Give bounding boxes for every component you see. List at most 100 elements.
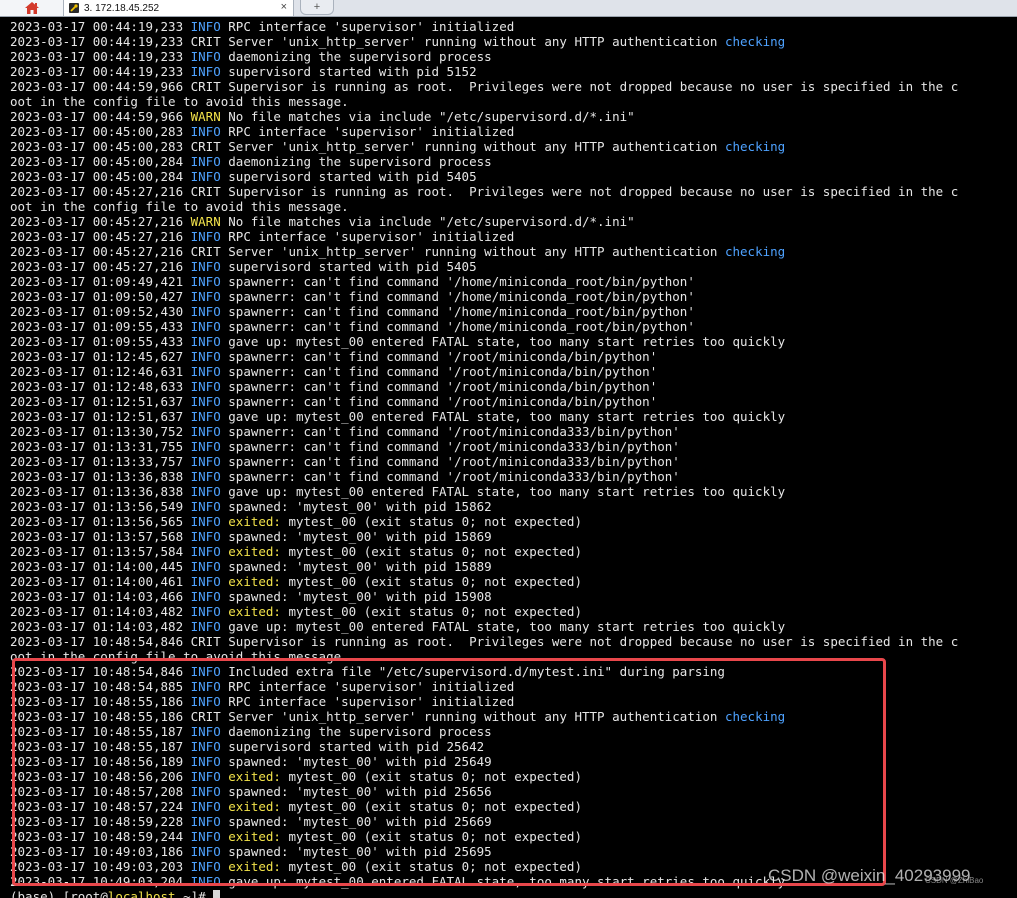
log-timestamp: 2023-03-17 10:48:57,224 bbox=[10, 799, 191, 814]
log-message: daemonizing the supervisord process bbox=[228, 154, 492, 169]
log-message: gave up: mytest_00 entered FATAL state, … bbox=[228, 334, 786, 349]
log-message: spawnerr: can't find command '/root/mini… bbox=[228, 394, 658, 409]
log-level: INFO bbox=[190, 619, 221, 634]
log-lines: 2023-03-17 00:44:19,233 INFO RPC interfa… bbox=[10, 19, 1015, 889]
log-level: INFO bbox=[190, 319, 221, 334]
log-message: exited: mytest_00 (exit status 0; not ex… bbox=[228, 769, 582, 784]
log-message: gave up: mytest_00 entered FATAL state, … bbox=[228, 484, 786, 499]
log-line: 2023-03-17 00:45:00,283 CRIT Server 'uni… bbox=[10, 139, 1015, 154]
log-level: INFO bbox=[190, 784, 221, 799]
log-timestamp: 2023-03-17 10:48:59,244 bbox=[10, 829, 191, 844]
log-message: RPC interface 'supervisor' initialized bbox=[228, 229, 515, 244]
log-line: 2023-03-17 00:44:59,966 WARN No file mat… bbox=[10, 109, 1015, 124]
log-timestamp: 2023-03-17 10:48:55,187 bbox=[10, 724, 191, 739]
log-timestamp: 2023-03-17 01:13:36,838 bbox=[10, 484, 191, 499]
log-timestamp: 2023-03-17 00:44:59,966 bbox=[10, 79, 191, 94]
tab-session[interactable]: 3. 172.18.45.252 × bbox=[64, 0, 294, 16]
log-message: RPC interface 'supervisor' initialized bbox=[228, 694, 515, 709]
log-message: exited: mytest_00 (exit status 0; not ex… bbox=[228, 859, 582, 874]
log-line: 2023-03-17 01:12:48,633 INFO spawnerr: c… bbox=[10, 379, 1015, 394]
log-timestamp: 2023-03-17 10:49:03,186 bbox=[10, 844, 191, 859]
tab-home[interactable] bbox=[0, 0, 64, 16]
log-line: 2023-03-17 01:09:55,433 INFO gave up: my… bbox=[10, 334, 1015, 349]
log-level: INFO bbox=[190, 394, 221, 409]
log-line: 2023-03-17 00:44:19,233 CRIT Server 'uni… bbox=[10, 34, 1015, 49]
log-line: 2023-03-17 10:48:59,228 INFO spawned: 'm… bbox=[10, 814, 1015, 829]
log-level: INFO bbox=[190, 229, 221, 244]
log-message: spawned: 'mytest_00' with pid 25649 bbox=[228, 754, 492, 769]
log-level: INFO bbox=[190, 859, 221, 874]
log-line: 2023-03-17 01:09:49,421 INFO spawnerr: c… bbox=[10, 274, 1015, 289]
log-continuation: oot in the config file to avoid this mes… bbox=[10, 649, 349, 664]
log-message: gave up: mytest_00 entered FATAL state, … bbox=[228, 874, 786, 889]
log-timestamp: 2023-03-17 00:44:59,966 bbox=[10, 109, 191, 124]
log-timestamp: 2023-03-17 10:48:54,885 bbox=[10, 679, 191, 694]
log-line: oot in the config file to avoid this mes… bbox=[10, 199, 1015, 214]
log-timestamp: 2023-03-17 10:48:56,206 bbox=[10, 769, 191, 784]
log-message: No file matches via include "/etc/superv… bbox=[228, 109, 635, 124]
new-tab-button[interactable]: + bbox=[300, 0, 334, 15]
log-line: 2023-03-17 01:12:46,631 INFO spawnerr: c… bbox=[10, 364, 1015, 379]
log-line: 2023-03-17 01:09:55,433 INFO spawnerr: c… bbox=[10, 319, 1015, 334]
log-timestamp: 2023-03-17 10:48:54,846 bbox=[10, 664, 191, 679]
log-timestamp: 2023-03-17 01:09:49,421 bbox=[10, 274, 191, 289]
log-message: spawned: 'mytest_00' with pid 15889 bbox=[228, 559, 492, 574]
log-line: 2023-03-17 00:44:19,233 INFO daemonizing… bbox=[10, 49, 1015, 64]
log-level: WARN bbox=[190, 214, 221, 229]
log-timestamp: 2023-03-17 01:13:57,568 bbox=[10, 529, 191, 544]
log-timestamp: 2023-03-17 01:13:31,755 bbox=[10, 439, 191, 454]
log-level: INFO bbox=[190, 169, 221, 184]
log-line: 2023-03-17 01:13:56,549 INFO spawned: 'm… bbox=[10, 499, 1015, 514]
log-timestamp: 2023-03-17 00:45:27,216 bbox=[10, 184, 191, 199]
log-timestamp: 2023-03-17 01:13:56,549 bbox=[10, 499, 191, 514]
log-line: 2023-03-17 01:13:57,584 INFO exited: myt… bbox=[10, 544, 1015, 559]
prompt-env: (base) bbox=[10, 889, 63, 898]
log-message: Included extra file "/etc/supervisord.d/… bbox=[228, 664, 725, 679]
log-level: CRIT bbox=[190, 244, 221, 259]
log-message: gave up: mytest_00 entered FATAL state, … bbox=[228, 619, 786, 634]
log-message: RPC interface 'supervisor' initialized bbox=[228, 124, 515, 139]
log-line: 2023-03-17 00:45:00,284 INFO supervisord… bbox=[10, 169, 1015, 184]
shell-prompt[interactable]: (base) [root@localhost ~]# bbox=[10, 889, 221, 898]
log-timestamp: 2023-03-17 01:09:52,430 bbox=[10, 304, 191, 319]
log-line: 2023-03-17 01:14:00,445 INFO spawned: 'm… bbox=[10, 559, 1015, 574]
tab-session-label: 3. 172.18.45.252 bbox=[84, 2, 160, 14]
log-line: 2023-03-17 10:48:55,186 CRIT Server 'uni… bbox=[10, 709, 1015, 724]
log-line: 2023-03-17 00:45:27,216 INFO supervisord… bbox=[10, 259, 1015, 274]
log-level: INFO bbox=[190, 664, 221, 679]
log-line: 2023-03-17 00:44:19,233 INFO RPC interfa… bbox=[10, 19, 1015, 34]
log-message: RPC interface 'supervisor' initialized bbox=[228, 679, 515, 694]
log-timestamp: 2023-03-17 00:45:27,216 bbox=[10, 244, 191, 259]
log-message: supervisord started with pid 5405 bbox=[228, 169, 477, 184]
log-keyword-exited: exited: bbox=[228, 829, 281, 844]
log-timestamp: 2023-03-17 01:12:45,627 bbox=[10, 349, 191, 364]
log-timestamp: 2023-03-17 01:09:50,427 bbox=[10, 289, 191, 304]
log-level: INFO bbox=[190, 514, 221, 529]
log-timestamp: 2023-03-17 10:48:56,189 bbox=[10, 754, 191, 769]
log-keyword-checking: checking bbox=[724, 244, 786, 259]
log-keyword-exited: exited: bbox=[228, 859, 281, 874]
close-tab-icon[interactable]: × bbox=[281, 1, 287, 13]
log-line: 2023-03-17 01:13:30,752 INFO spawnerr: c… bbox=[10, 424, 1015, 439]
home-icon bbox=[24, 2, 39, 14]
log-line: 2023-03-17 00:44:19,233 INFO supervisord… bbox=[10, 64, 1015, 79]
log-line: 2023-03-17 10:48:57,208 INFO spawned: 'm… bbox=[10, 784, 1015, 799]
log-level: INFO bbox=[190, 364, 221, 379]
log-timestamp: 2023-03-17 01:14:03,482 bbox=[10, 604, 191, 619]
log-line: 2023-03-17 01:13:36,838 INFO spawnerr: c… bbox=[10, 469, 1015, 484]
log-level: INFO bbox=[190, 454, 221, 469]
log-level: CRIT bbox=[190, 709, 221, 724]
log-message: exited: mytest_00 (exit status 0; not ex… bbox=[228, 604, 582, 619]
log-line: 2023-03-17 01:13:33,757 INFO spawnerr: c… bbox=[10, 454, 1015, 469]
log-line: 2023-03-17 10:48:56,206 INFO exited: myt… bbox=[10, 769, 1015, 784]
log-level: INFO bbox=[190, 379, 221, 394]
log-timestamp: 2023-03-17 01:13:57,584 bbox=[10, 544, 191, 559]
terminal-output[interactable]: 2023-03-17 00:44:19,233 INFO RPC interfa… bbox=[0, 17, 1017, 898]
log-level: INFO bbox=[190, 604, 221, 619]
log-keyword-checking: checking bbox=[724, 709, 786, 724]
log-message: spawnerr: can't find command '/root/mini… bbox=[228, 424, 680, 439]
watermark-small: CSDN @ZhiBao bbox=[925, 876, 984, 885]
log-level: INFO bbox=[190, 64, 221, 79]
key-wrench-icon bbox=[69, 3, 79, 13]
log-message: daemonizing the supervisord process bbox=[228, 724, 492, 739]
